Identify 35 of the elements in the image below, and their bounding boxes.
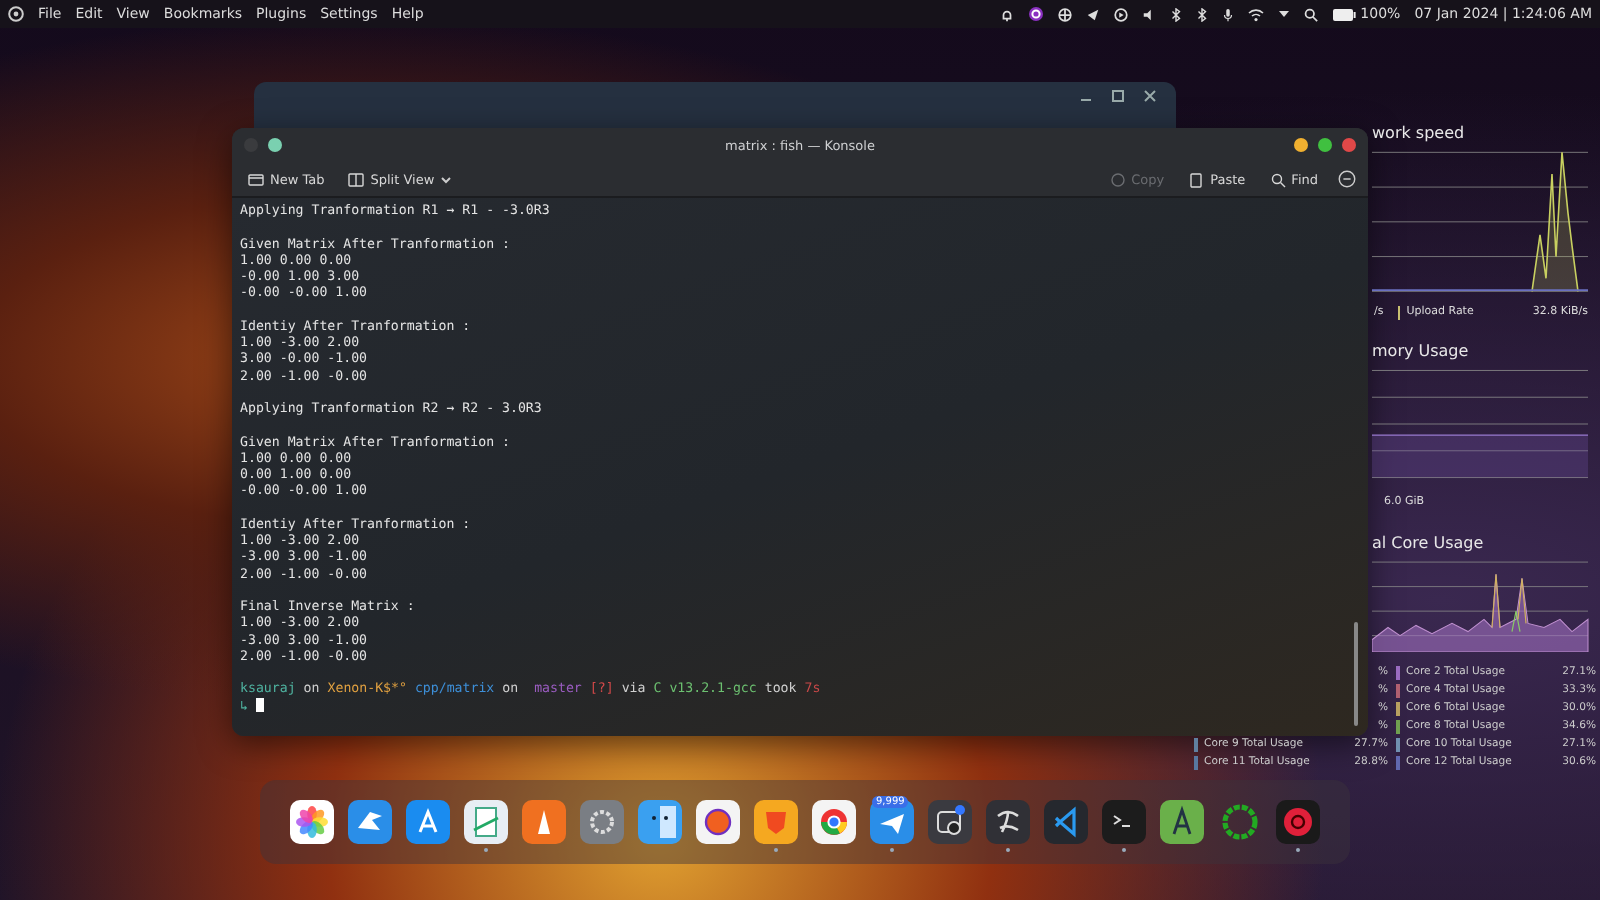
play-icon[interactable] [1114, 7, 1129, 21]
menu-icon[interactable] [1338, 170, 1356, 188]
clipboard-icon [1188, 171, 1205, 187]
paper-plane-app-icon[interactable] [870, 800, 914, 852]
minimize-button[interactable] [1294, 138, 1308, 152]
battery-icon[interactable] [1332, 7, 1357, 21]
split-view-icon [348, 171, 365, 187]
close-icon[interactable] [1144, 90, 1156, 102]
maximize-button[interactable] [1318, 138, 1332, 152]
search-icon[interactable] [1304, 7, 1319, 21]
close-button[interactable] [1342, 138, 1356, 152]
caret-icon [440, 173, 453, 185]
bell-icon[interactable] [1000, 7, 1015, 21]
widget-heading: work speed [1372, 124, 1467, 146]
widget-heading: al Core Usage [1372, 534, 1486, 556]
terminal-app-icon[interactable] [1102, 800, 1146, 852]
ring-icon[interactable] [1028, 6, 1045, 22]
text-cursor [255, 697, 264, 711]
new-tab-icon [248, 171, 264, 187]
swirl-app-icon[interactable] [986, 800, 1030, 852]
search-icon [1269, 171, 1286, 187]
copy-icon [1109, 171, 1126, 187]
wifi-icon[interactable] [1248, 7, 1265, 21]
microphone-icon[interactable] [1222, 7, 1235, 21]
document-app-icon[interactable] [464, 800, 508, 852]
pin-button[interactable] [268, 138, 282, 152]
maximize-icon[interactable] [1112, 90, 1124, 102]
launcher-icon[interactable] [8, 6, 24, 22]
speaker-icon[interactable] [1142, 7, 1157, 21]
aperture-icon[interactable] [1058, 7, 1073, 21]
scrollbar[interactable] [1354, 622, 1358, 726]
paper-plane-icon[interactable] [1086, 7, 1101, 21]
widget-heading: mory Usage [1372, 342, 1471, 364]
caret-icon[interactable] [1278, 8, 1291, 20]
record-app-icon[interactable] [1276, 800, 1320, 852]
